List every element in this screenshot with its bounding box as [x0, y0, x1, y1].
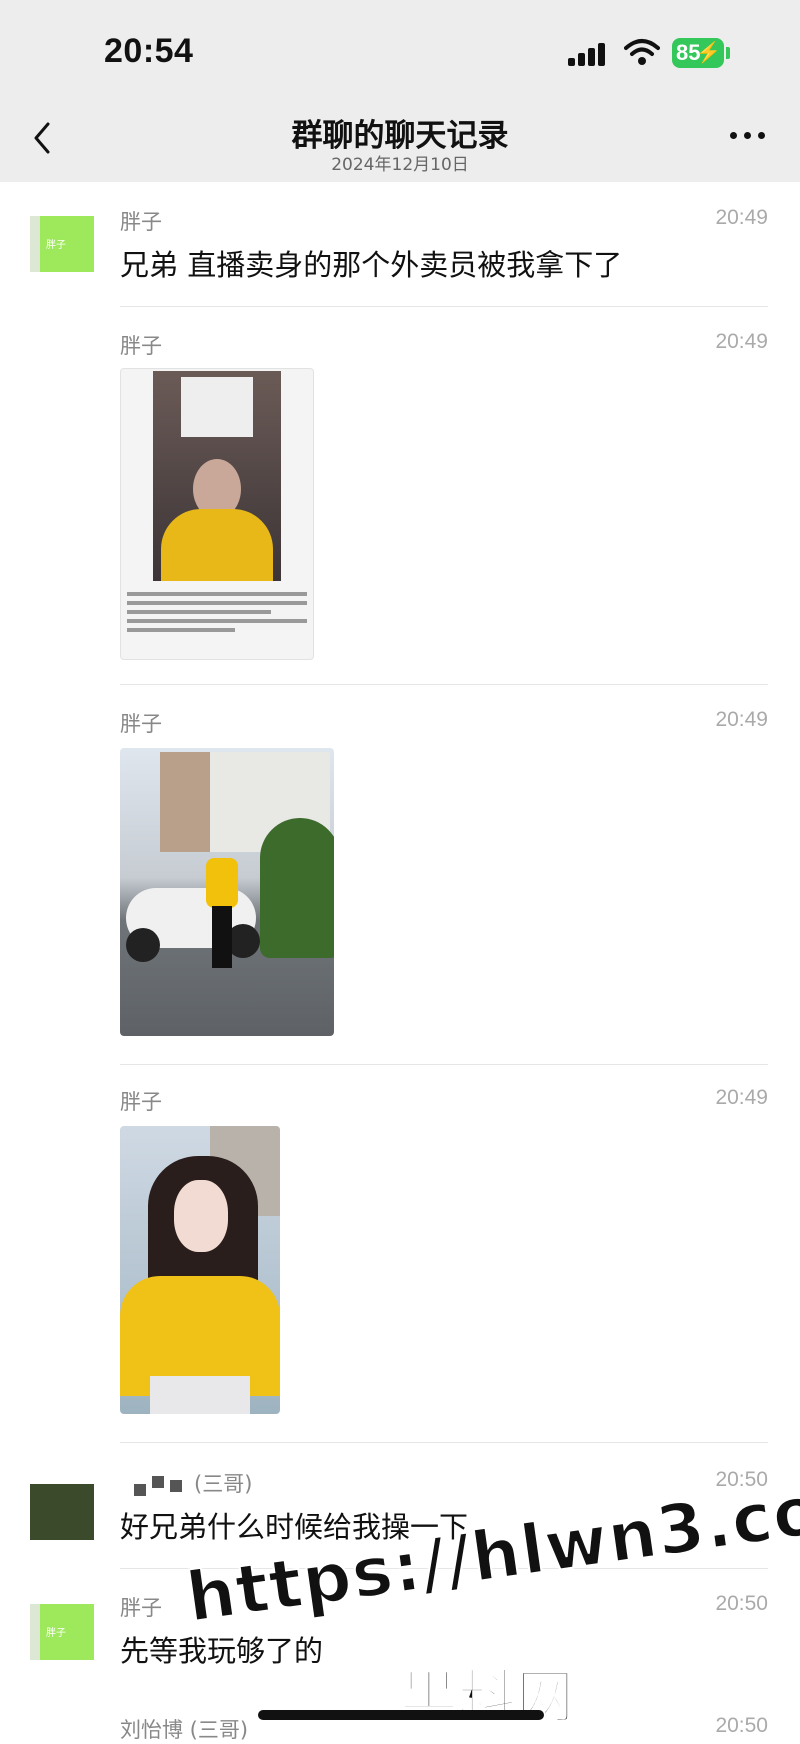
- photo-image[interactable]: [120, 748, 334, 1036]
- wifi-icon: [624, 39, 660, 65]
- status-bar: 20:54 85 ⚡: [0, 0, 800, 100]
- divider: [120, 1064, 768, 1065]
- page-subtitle-date: 2024年12月10日: [331, 155, 469, 175]
- navigation-bar: 群聊的聊天记录 2024年12月10日: [0, 100, 800, 182]
- message-time: 20:50: [715, 1714, 768, 1737]
- message-time: 20:49: [715, 708, 768, 731]
- status-time: 20:54: [104, 32, 194, 70]
- cellular-signal-icon: [568, 40, 610, 66]
- sender-name: 胖子: [120, 334, 162, 358]
- watermark-name: 黑料网: [399, 1662, 575, 1732]
- avatar-label: 胖子: [46, 1628, 66, 1639]
- pixelated-name: [134, 1476, 182, 1496]
- message-time: 20:49: [715, 330, 768, 353]
- avatar-label: 胖子: [46, 240, 66, 251]
- charging-bolt-icon: ⚡: [696, 42, 721, 64]
- battery-tip: [726, 47, 730, 59]
- message-time: 20:50: [715, 1592, 768, 1615]
- divider: [120, 306, 768, 307]
- sender-name: 胖子: [120, 1090, 162, 1114]
- message-time: 20:49: [715, 206, 768, 229]
- sender-name: 胖子: [120, 712, 162, 736]
- message-text: 先等我玩够了的: [120, 1634, 324, 1668]
- portrait-image[interactable]: [120, 1126, 280, 1414]
- avatar[interactable]: 胖子: [30, 1604, 94, 1660]
- sender-name: 胖子: [120, 210, 162, 234]
- message-time: 20:49: [715, 1086, 768, 1109]
- divider: [120, 684, 768, 685]
- sender-name: 刘怡博 (三哥): [120, 1718, 249, 1742]
- more-options-icon[interactable]: [728, 128, 768, 142]
- battery-indicator: 85 ⚡: [672, 38, 724, 68]
- sender-name: (三哥): [194, 1472, 253, 1496]
- avatar[interactable]: 胖子: [30, 216, 94, 272]
- sender-name: 胖子: [120, 1596, 162, 1620]
- watermark-url: https://hlwn3.com: [181, 1460, 800, 1639]
- home-indicator: [258, 1710, 544, 1720]
- page-title: 群聊的聊天记录: [291, 118, 509, 154]
- screenshot-image[interactable]: [120, 368, 314, 660]
- avatar[interactable]: [30, 1484, 94, 1540]
- divider: [120, 1442, 768, 1443]
- message-text: 兄弟 直播卖身的那个外卖员被我拿下了: [120, 248, 623, 282]
